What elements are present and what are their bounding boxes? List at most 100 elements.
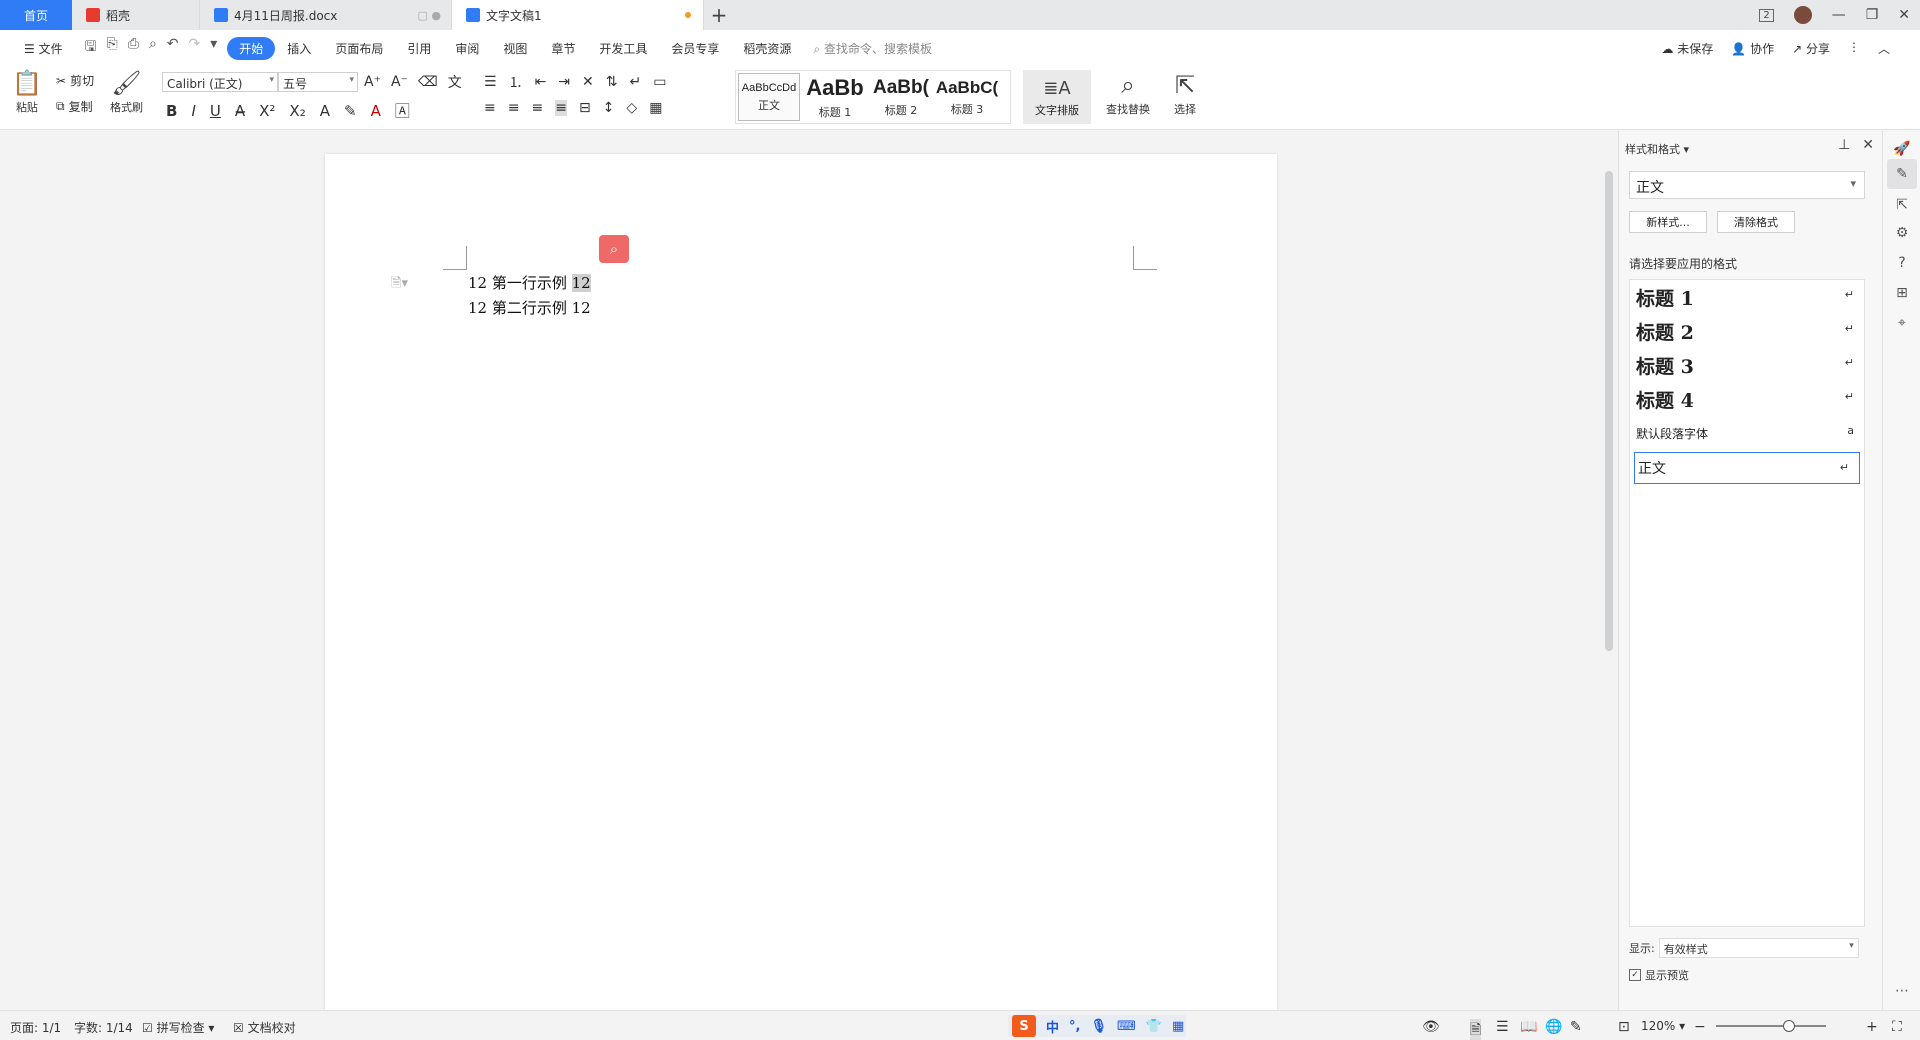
pin-icon[interactable]: ⊥ xyxy=(1838,137,1850,153)
reading-view-icon[interactable]: 📖 xyxy=(1520,1019,1537,1035)
numbering-icon[interactable]: ⒈ xyxy=(509,72,523,92)
word-count[interactable]: 字数: 1/14 xyxy=(74,1019,133,1036)
tab-docer[interactable]: 稻壳 xyxy=(72,0,200,30)
menu-member[interactable]: 会员专享 xyxy=(659,40,731,57)
phonetic-icon[interactable]: 文 xyxy=(448,72,462,92)
style-list-item-heading-2[interactable]: 标题 2 ↵ xyxy=(1630,314,1864,348)
floating-search-icon[interactable]: ⌕ xyxy=(599,235,629,263)
sort-icon[interactable]: ⇅ xyxy=(606,74,618,90)
style-normal[interactable]: AaBbCcDd 正文 xyxy=(738,73,800,121)
scrollbar-thumb[interactable] xyxy=(1605,171,1613,651)
style-heading-2[interactable]: AaBb( 标题 2 xyxy=(868,71,934,123)
close-icon[interactable]: ✕ xyxy=(1898,7,1910,23)
sogou-logo-icon[interactable]: S xyxy=(1012,1015,1036,1037)
window-count-badge[interactable]: 2 xyxy=(1759,8,1774,22)
property-sliders-icon[interactable]: ⚙ xyxy=(1892,223,1912,243)
align-left-icon[interactable]: ≡ xyxy=(484,100,496,116)
fullscreen-icon[interactable]: ⛶ xyxy=(1892,1019,1902,1035)
tab-close-icon[interactable]: ▢ ● xyxy=(418,9,442,22)
new-style-button[interactable]: 新样式... xyxy=(1629,211,1707,233)
panel-title[interactable]: 样式和格式 ▾ xyxy=(1625,141,1689,157)
font-size-select[interactable]: 五号 xyxy=(278,72,358,92)
font-color-icon[interactable]: A xyxy=(371,102,381,120)
doc-proof-button[interactable]: ☒ 文档校对 xyxy=(233,1019,296,1036)
shrink-font-icon[interactable]: A⁻ xyxy=(391,74,408,90)
customize-icon[interactable]: ▾ xyxy=(210,36,217,60)
underline-icon[interactable]: U xyxy=(210,102,221,120)
unsaved-button[interactable]: ☁ 未保存 xyxy=(1661,40,1713,57)
backup-icon[interactable]: ⊞ xyxy=(1892,283,1912,303)
find-replace-button[interactable]: ⌕ 查找替换 xyxy=(1106,72,1150,117)
tab-home[interactable]: 首页 xyxy=(0,0,72,30)
menu-docer-resources[interactable]: 稻壳资源 xyxy=(731,40,803,57)
format-painter-button[interactable]: 🖌 格式刷 xyxy=(110,70,143,115)
print-preview-icon[interactable]: ⌕ xyxy=(149,36,157,60)
select-button[interactable]: ⇱ 选择 xyxy=(1174,72,1196,117)
zoom-level[interactable]: 120% ▾ xyxy=(1641,1019,1685,1033)
preview-checkbox[interactable]: ✓ xyxy=(1629,969,1641,981)
style-list-item-heading-1[interactable]: 标题 1 ↵ xyxy=(1630,280,1864,314)
page-indicator[interactable]: 页面: 1/1 xyxy=(10,1019,61,1036)
zoom-in-icon[interactable]: + xyxy=(1866,1019,1878,1035)
zoom-slider-handle[interactable] xyxy=(1783,1020,1795,1032)
vertical-scrollbar[interactable] xyxy=(1600,131,1618,1010)
command-search[interactable]: ⌕ 查找命令、搜索模板 xyxy=(813,40,932,57)
copy-button[interactable]: ⧉ 复制 xyxy=(56,98,93,115)
align-right-icon[interactable]: ≡ xyxy=(531,100,543,116)
text-effect-icon[interactable]: A xyxy=(320,102,330,120)
decrease-indent-icon[interactable]: ⇤ xyxy=(535,74,547,90)
style-list-item-normal[interactable]: 正文 ↵ xyxy=(1634,452,1860,484)
tab-weekly-report[interactable]: 4月11日周报.docx ▢ ● xyxy=(200,0,452,30)
grow-font-icon[interactable]: A⁺ xyxy=(364,74,381,90)
display-filter-select[interactable]: 有效样式 xyxy=(1658,938,1859,958)
table-tools-icon[interactable]: ▭ xyxy=(653,74,666,90)
borders-icon[interactable]: ▦ xyxy=(649,100,662,116)
share-button[interactable]: ↗ 分享 xyxy=(1792,40,1830,57)
location-icon[interactable]: ⌖ xyxy=(1892,313,1912,333)
style-list-item-default-font[interactable]: 默认段落字体 a xyxy=(1630,416,1864,450)
collab-button[interactable]: 👤 协作 xyxy=(1731,40,1774,57)
distribute-icon[interactable]: ⊟ xyxy=(579,100,591,116)
web-view-icon[interactable]: 🌐 xyxy=(1545,1019,1562,1035)
microphone-icon[interactable]: 🎙 xyxy=(1090,1019,1107,1034)
highlight-icon[interactable]: ✎ xyxy=(344,102,357,120)
tab-current-doc[interactable]: 文字文稿1 xyxy=(452,0,704,30)
print-icon[interactable]: ⎙ xyxy=(128,36,139,60)
style-heading-3[interactable]: AaBbC( 标题 3 xyxy=(934,71,1000,123)
text-layout-button[interactable]: ≣A 文字排版 xyxy=(1023,70,1091,124)
current-style-select[interactable]: 正文 xyxy=(1629,171,1865,199)
fit-page-icon[interactable]: ⊡ xyxy=(1618,1019,1630,1035)
menu-page-layout[interactable]: 页面布局 xyxy=(323,40,395,57)
subscript-icon[interactable]: X₂ xyxy=(289,102,305,120)
select-cursor-icon[interactable]: ⇱ xyxy=(1892,195,1912,215)
line-spacing-icon[interactable]: ↕ xyxy=(603,100,615,116)
shading-icon[interactable]: ◇ xyxy=(626,100,637,116)
show-marks-icon[interactable]: ↵ xyxy=(630,74,642,90)
annotate-icon[interactable]: ✎ xyxy=(1570,1019,1582,1035)
increase-indent-icon[interactable]: ⇥ xyxy=(558,74,570,90)
paste-button[interactable]: 📋 粘贴 xyxy=(12,70,42,115)
menu-review[interactable]: 审阅 xyxy=(443,40,491,57)
ime-mode-toggle[interactable]: 中 xyxy=(1046,1017,1059,1036)
chinese-layout-icon[interactable]: ✕ xyxy=(582,74,594,90)
paragraph-handle-icon[interactable]: 🗎▾ xyxy=(391,274,408,296)
style-pen-icon[interactable]: ✎ xyxy=(1887,159,1917,189)
clear-format-icon[interactable]: ⌫ xyxy=(418,74,438,90)
punctuation-icon[interactable]: °, xyxy=(1069,1019,1080,1034)
font-name-select[interactable]: Calibri (正文) xyxy=(162,72,278,92)
style-list-item-heading-3[interactable]: 标题 3 ↵ xyxy=(1630,348,1864,382)
collapse-ribbon-icon[interactable]: ︿ xyxy=(1878,40,1890,57)
style-list-item-heading-4[interactable]: 标题 4 ↵ xyxy=(1630,382,1864,416)
menu-developer[interactable]: 开发工具 xyxy=(587,40,659,57)
cut-button[interactable]: ✂ 剪切 xyxy=(56,72,94,89)
bold-icon[interactable]: B xyxy=(166,102,177,120)
document-line-2[interactable]: 12 第二行示例 12 xyxy=(468,297,591,318)
align-center-icon[interactable]: ≡ xyxy=(508,100,520,116)
rail-more-icon[interactable]: ⋯ xyxy=(1892,981,1912,1001)
export-pdf-icon[interactable]: ⎘ xyxy=(107,36,118,60)
new-tab-button[interactable]: + xyxy=(704,0,734,30)
zoom-slider[interactable] xyxy=(1716,1025,1826,1027)
menu-view[interactable]: 视图 xyxy=(491,40,539,57)
skin-icon[interactable]: 👕 xyxy=(1146,1019,1162,1034)
eye-protection-icon[interactable]: 👁 xyxy=(1422,1019,1440,1035)
